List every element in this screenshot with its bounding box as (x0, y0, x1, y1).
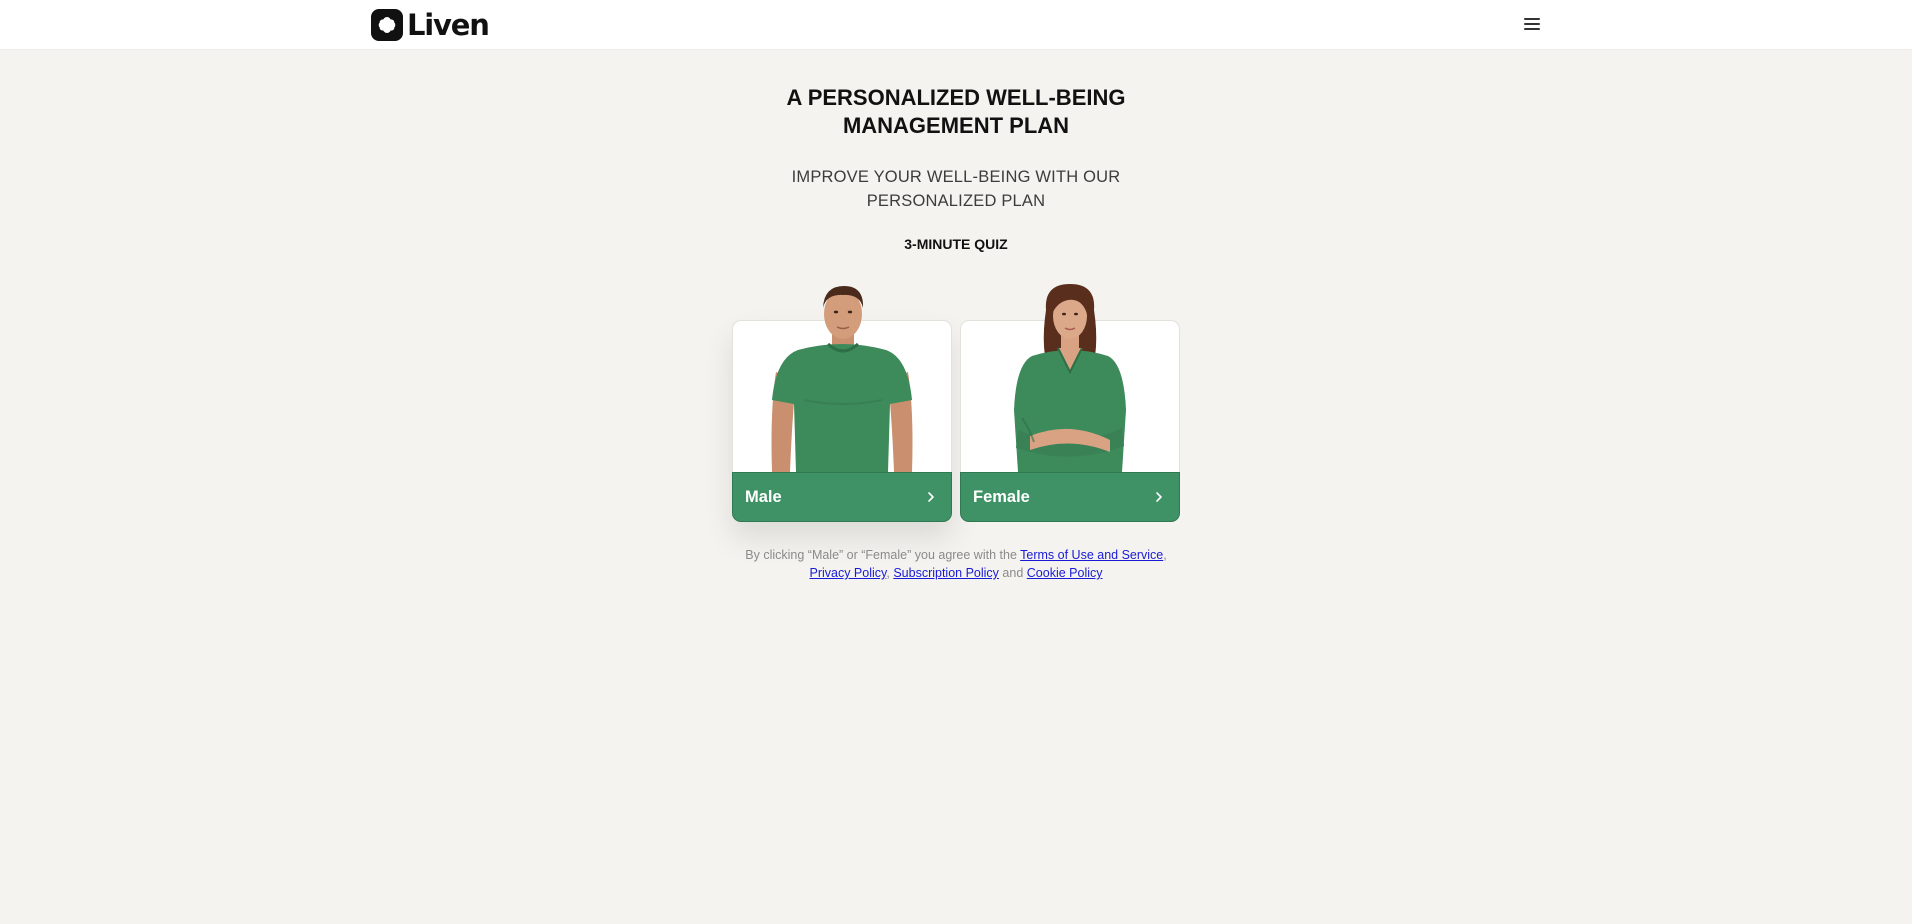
male-option-label: Male (745, 487, 782, 506)
male-option-card[interactable]: Male (732, 286, 952, 522)
legal-disclaimer: By clicking “Male” or “Female” you agree… (706, 546, 1206, 582)
chevron-right-icon (1156, 492, 1162, 502)
quiz-duration-label: 3-MINUTE QUIZ (904, 236, 1008, 252)
legal-separator: , (1163, 548, 1167, 562)
cookie-policy-link[interactable]: Cookie Policy (1027, 566, 1103, 580)
subscription-policy-link[interactable]: Subscription Policy (893, 566, 999, 580)
male-option-button[interactable]: Male (732, 472, 952, 522)
legal-prefix: By clicking “Male” or “Female” you agree… (745, 548, 1017, 562)
hamburger-menu-icon[interactable] (1524, 16, 1542, 32)
female-option-label: Female (973, 487, 1030, 506)
privacy-policy-link[interactable]: Privacy Policy (809, 566, 886, 580)
female-option-card[interactable]: Female (960, 284, 1180, 522)
female-figure-image (960, 280, 1180, 472)
page-title: A PERSONALIZED WELL-BEING MANAGEMENT PLA… (786, 85, 1126, 138)
brand-name: Liven (407, 8, 490, 42)
male-figure-image (732, 280, 952, 472)
liven-logo[interactable]: Liven (371, 8, 490, 42)
legal-separator: , (886, 566, 890, 580)
page-subtitle: IMPROVE YOUR WELL-BEING WITH OUR PERSONA… (791, 168, 1121, 210)
chevron-right-icon (928, 492, 934, 502)
terms-link[interactable]: Terms of Use and Service (1020, 548, 1163, 562)
female-option-button[interactable]: Female (960, 472, 1180, 522)
top-bar: Liven (0, 0, 1912, 50)
logo-mark-icon (371, 9, 403, 41)
legal-and: and (1002, 566, 1024, 580)
